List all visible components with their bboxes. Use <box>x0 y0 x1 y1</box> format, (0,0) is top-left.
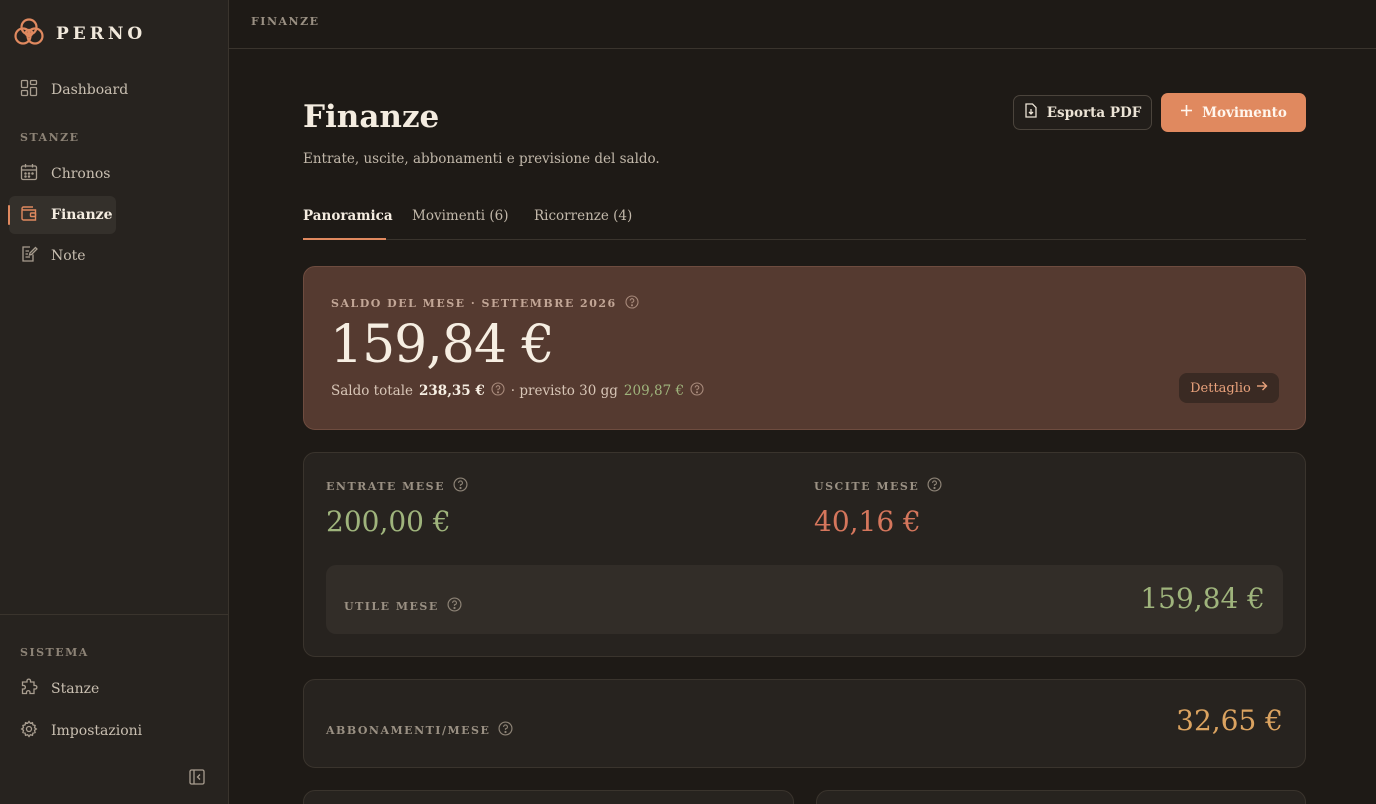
page-subtitle: Entrate, uscite, abbonamenti e prevision… <box>303 151 660 167</box>
sidebar-item-label: Finanze <box>51 207 113 223</box>
note-icon <box>20 245 38 267</box>
app-root: PERNO Dashboard STANZE Chronos Finanze N… <box>0 0 1376 804</box>
brand[interactable]: PERNO <box>14 17 146 51</box>
help-icon[interactable] <box>447 597 462 615</box>
sidebar-item-stanze[interactable]: Stanze <box>9 670 139 708</box>
total-balance-label: Saldo totale <box>331 383 414 399</box>
export-pdf-button[interactable]: Esporta PDF <box>1013 95 1152 130</box>
sidebar-item-label: Impostazioni <box>51 723 143 739</box>
system-section-label: SISTEMA <box>20 646 89 659</box>
sidebar-item-label: Dashboard <box>51 82 129 98</box>
sidebar-item-chronos[interactable]: Chronos <box>9 155 116 193</box>
subscriptions-card: ABBONAMENTI/MESE 32,65 € <box>303 679 1306 768</box>
sidebar-item-impostazioni[interactable]: Impostazioni <box>9 712 159 750</box>
sidebar-collapse-icon <box>188 769 206 790</box>
wallet-icon <box>20 204 38 226</box>
collapse-sidebar-button[interactable] <box>188 768 206 790</box>
subscriptions-label-row: ABBONAMENTI/MESE <box>326 721 513 739</box>
profit-label: UTILE MESE <box>344 599 439 613</box>
page-title: Finanze <box>303 99 440 135</box>
forecast-value: 209,87 € <box>623 383 685 399</box>
balance-eyebrow-text: SALDO DEL MESE · SETTEMBRE 2026 <box>331 297 617 310</box>
sidebar-item-label: Stanze <box>51 681 100 697</box>
new-movement-button[interactable]: Movimento <box>1161 93 1306 132</box>
dashboard-icon <box>20 79 38 101</box>
plus-icon <box>1180 104 1193 121</box>
help-icon[interactable] <box>453 477 468 495</box>
balance-value: 159,84 € <box>330 315 555 375</box>
logo-icon <box>14 17 44 51</box>
rooms-section-label: STANZE <box>20 131 80 144</box>
cashflow-card: ENTRATE MESE 200,00 € USCITE MESE 40,16 … <box>303 452 1306 657</box>
sidebar-divider <box>0 614 229 615</box>
brand-name: PERNO <box>56 24 147 44</box>
expense-label: USCITE MESE <box>814 479 920 493</box>
tab-movimenti[interactable]: Movimenti (6) <box>412 208 509 224</box>
tab-panoramica[interactable]: Panoramica <box>303 208 393 224</box>
income-label-row: ENTRATE MESE <box>326 477 468 495</box>
tab-bar: Panoramica Movimenti (6) Ricorrenze (4) <box>303 201 1306 240</box>
help-icon[interactable] <box>491 382 505 400</box>
arrow-right-icon <box>1256 380 1268 396</box>
sidebar-item-label: Note <box>51 248 86 264</box>
income-label: ENTRATE MESE <box>326 479 445 493</box>
help-icon[interactable] <box>498 721 513 739</box>
help-icon[interactable] <box>625 295 639 312</box>
profit-label-row: UTILE MESE <box>344 597 462 615</box>
profit-value: 159,84 € <box>1140 582 1265 615</box>
export-pdf-label: Esporta PDF <box>1046 104 1142 121</box>
calendar-icon <box>20 163 38 185</box>
detail-label: Dettaglio <box>1190 380 1251 396</box>
forecast-label: · previsto 30 gg <box>510 383 618 399</box>
sidebar-item-dashboard[interactable]: Dashboard <box>9 71 139 109</box>
total-balance-value: 238,35 € <box>419 383 485 399</box>
active-indicator <box>8 205 10 225</box>
balance-eyebrow: SALDO DEL MESE · SETTEMBRE 2026 <box>331 295 639 312</box>
gear-icon <box>20 720 38 742</box>
help-icon[interactable] <box>690 382 704 400</box>
balance-card: SALDO DEL MESE · SETTEMBRE 2026 159,84 €… <box>303 266 1306 430</box>
detail-button[interactable]: Dettaglio <box>1179 373 1279 403</box>
subscriptions-label: ABBONAMENTI/MESE <box>326 723 491 737</box>
tab-ricorrenze[interactable]: Ricorrenze (4) <box>534 208 632 224</box>
breadcrumb: FINANZE <box>251 15 320 28</box>
income-value: 200,00 € <box>326 505 451 538</box>
sidebar-item-label: Chronos <box>51 166 111 182</box>
subscriptions-value: 32,65 € <box>1176 704 1283 737</box>
puzzle-icon <box>20 678 38 700</box>
balance-meta: Saldo totale 238,35 € · previsto 30 gg 2… <box>331 382 704 400</box>
active-tab-underline <box>303 238 386 240</box>
bottom-card-left <box>303 790 794 804</box>
sidebar: PERNO Dashboard STANZE Chronos Finanze N… <box>0 0 229 804</box>
help-icon[interactable] <box>927 477 942 495</box>
topbar: FINANZE <box>229 0 1376 49</box>
sidebar-item-note[interactable]: Note <box>9 237 116 275</box>
expense-label-row: USCITE MESE <box>814 477 942 495</box>
bottom-card-right <box>816 790 1306 804</box>
sidebar-item-finanze[interactable]: Finanze <box>8 196 116 234</box>
file-download-icon <box>1024 103 1038 122</box>
expense-value: 40,16 € <box>814 505 921 538</box>
new-movement-label: Movimento <box>1202 104 1287 121</box>
profit-box: UTILE MESE 159,84 € <box>326 565 1283 634</box>
